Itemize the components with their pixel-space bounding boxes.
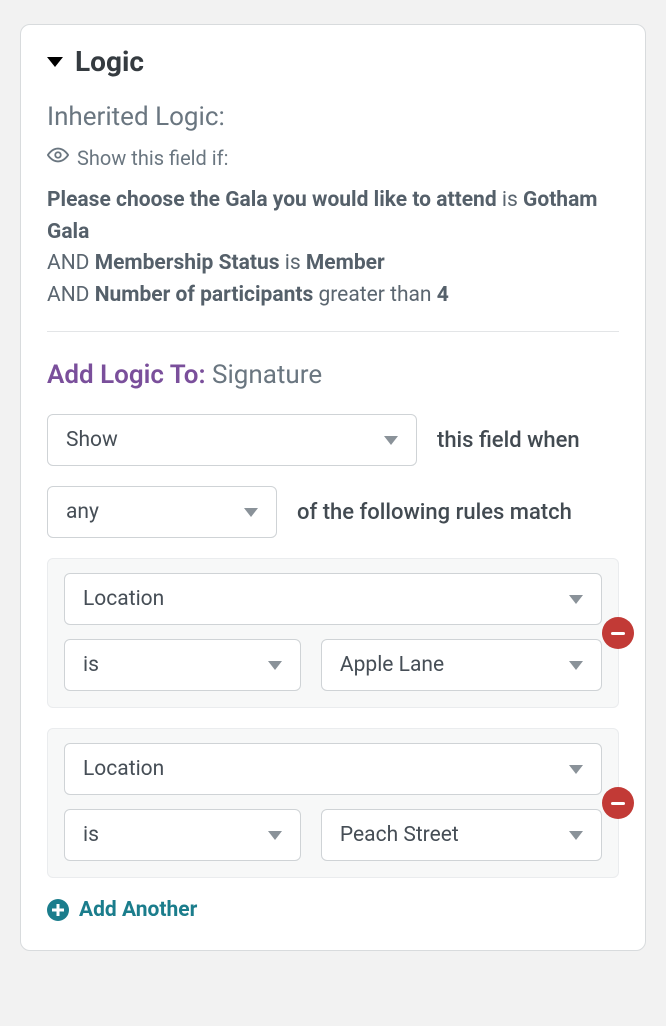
chevron-down-icon: [244, 508, 258, 517]
show-if-row: Show this field if:: [47, 144, 619, 171]
chevron-down-icon: [569, 661, 583, 670]
chevron-down-icon: [384, 436, 398, 445]
add-logic-heading: Add Logic To: Signature: [47, 360, 619, 390]
inherited-rules: Please choose the Gala you would like to…: [47, 185, 619, 311]
add-logic-target: Signature: [212, 360, 322, 390]
add-another-button[interactable]: Add Another: [47, 898, 619, 922]
logic-rule: Location is Peach Street: [47, 728, 619, 878]
plus-circle-icon: [47, 899, 69, 921]
match-select-value: any: [66, 500, 99, 524]
chevron-down-icon: [569, 831, 583, 840]
logic-panel: Logic Inherited Logic: Show this field i…: [20, 24, 646, 951]
rule-field-select[interactable]: Location: [64, 573, 602, 625]
minus-icon: [611, 632, 625, 635]
section-title: Logic: [75, 45, 144, 78]
inherited-rule: AND Membership Status is Member: [47, 248, 619, 280]
minus-icon: [611, 802, 625, 805]
chevron-down-icon: [569, 765, 583, 774]
match-select[interactable]: any: [47, 486, 277, 538]
logic-rule: Location is Apple Lane: [47, 558, 619, 708]
action-select-value: Show: [66, 428, 118, 452]
logic-section-toggle[interactable]: Logic: [47, 45, 619, 78]
chevron-down-icon: [268, 661, 282, 670]
divider: [47, 331, 619, 332]
match-suffix: of the following rules match: [297, 500, 572, 525]
inherited-logic-heading: Inherited Logic:: [47, 102, 619, 132]
rule-field-value: Location: [83, 757, 164, 781]
show-if-label: Show this field if:: [77, 146, 228, 170]
rule-operator-value: is: [83, 823, 99, 847]
rule-field-value: Location: [83, 587, 164, 611]
add-another-label: Add Another: [79, 898, 197, 922]
rule-operator-select[interactable]: is: [64, 639, 301, 691]
add-logic-label: Add Logic To:: [47, 360, 206, 390]
chevron-down-icon: [569, 595, 583, 604]
inherited-rule: AND Number of participants greater than …: [47, 280, 619, 312]
rule-field-select[interactable]: Location: [64, 743, 602, 795]
rule-value-value: Apple Lane: [340, 653, 444, 677]
remove-rule-button[interactable]: [602, 787, 634, 819]
chevron-down-icon: [268, 831, 282, 840]
rule-value-select[interactable]: Apple Lane: [321, 639, 602, 691]
eye-icon: [47, 144, 69, 171]
action-select[interactable]: Show: [47, 414, 417, 466]
inherited-rule: Please choose the Gala you would like to…: [47, 185, 619, 248]
rule-operator-value: is: [83, 653, 99, 677]
caret-down-icon: [47, 57, 63, 67]
rule-value-value: Peach Street: [340, 823, 459, 847]
remove-rule-button[interactable]: [602, 617, 634, 649]
rule-value-select[interactable]: Peach Street: [321, 809, 602, 861]
action-suffix: this field when: [437, 428, 580, 453]
rule-operator-select[interactable]: is: [64, 809, 301, 861]
